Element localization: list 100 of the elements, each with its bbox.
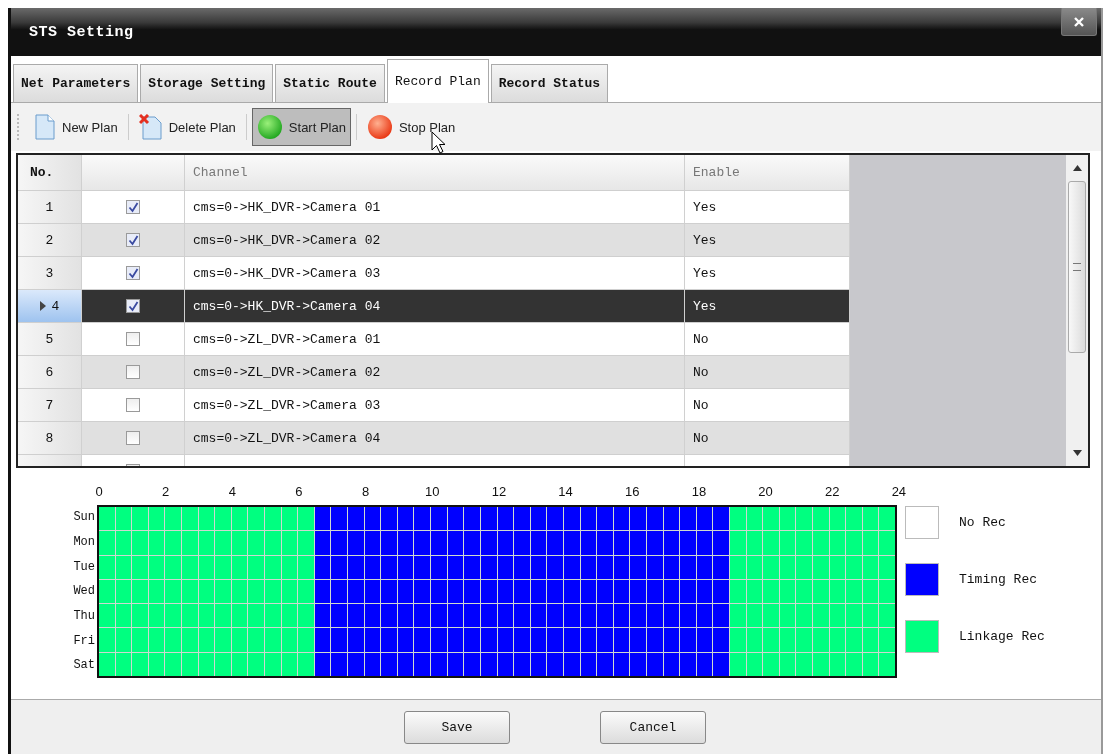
checkbox[interactable] — [126, 299, 140, 313]
schedule-cell[interactable] — [148, 652, 165, 676]
schedule-cell[interactable] — [696, 604, 713, 628]
schedule-cell[interactable] — [746, 628, 763, 652]
schedule-cell[interactable] — [414, 555, 431, 579]
schedule-cell[interactable] — [298, 555, 314, 579]
schedule-cell[interactable] — [796, 531, 812, 555]
schedule-cell[interactable] — [663, 531, 680, 555]
schedule-cell[interactable] — [464, 555, 480, 579]
schedule-cell[interactable] — [613, 652, 630, 676]
schedule-cell[interactable] — [464, 507, 480, 531]
schedule-cell[interactable] — [99, 628, 115, 652]
schedule-cell[interactable] — [597, 652, 613, 676]
schedule-cell[interactable] — [713, 531, 729, 555]
schedule-cell[interactable] — [580, 579, 597, 604]
schedule-cell[interactable] — [763, 628, 779, 652]
schedule-cell[interactable] — [846, 604, 862, 628]
tab[interactable]: Record Plan — [386, 59, 489, 103]
schedule-cell[interactable] — [763, 507, 779, 531]
schedule-cell[interactable] — [314, 604, 331, 628]
schedule-cell[interactable] — [414, 628, 431, 652]
schedule-cell[interactable] — [348, 628, 364, 652]
schedule-cell[interactable] — [198, 652, 215, 676]
schedule-cell[interactable] — [215, 507, 231, 531]
schedule-cell[interactable] — [663, 555, 680, 579]
schedule-cell[interactable] — [779, 555, 796, 579]
schedule-cell[interactable] — [746, 531, 763, 555]
schedule-cell[interactable] — [879, 531, 895, 555]
schedule-cell[interactable] — [165, 652, 181, 676]
schedule-cell[interactable] — [646, 579, 663, 604]
schedule-cell[interactable] — [497, 555, 514, 579]
schedule-cell[interactable] — [530, 652, 547, 676]
schedule-cell[interactable] — [99, 579, 115, 604]
schedule-cell[interactable] — [597, 507, 613, 531]
schedule-cell[interactable] — [646, 604, 663, 628]
schedule-cell[interactable] — [862, 579, 879, 604]
schedule-cell[interactable] — [597, 628, 613, 652]
schedule-cell[interactable] — [115, 531, 132, 555]
schedule-cell[interactable] — [381, 531, 397, 555]
schedule-cell[interactable] — [862, 531, 879, 555]
schedule-cell[interactable] — [779, 604, 796, 628]
schedule-cell[interactable] — [265, 579, 281, 604]
schedule-cell[interactable] — [431, 531, 447, 555]
schedule-cell[interactable] — [480, 507, 497, 531]
schedule-cell[interactable] — [348, 579, 364, 604]
schedule-cell[interactable] — [198, 579, 215, 604]
schedule-cell[interactable] — [597, 555, 613, 579]
schedule-cell[interactable] — [812, 555, 829, 579]
schedule-cell[interactable] — [248, 579, 265, 604]
schedule-cell[interactable] — [182, 555, 198, 579]
schedule-cell[interactable] — [281, 652, 298, 676]
schedule-cell[interactable] — [397, 579, 414, 604]
schedule-cell[interactable] — [563, 579, 580, 604]
schedule-cell[interactable] — [763, 531, 779, 555]
schedule-cell[interactable] — [182, 507, 198, 531]
schedule-cell[interactable] — [331, 507, 348, 531]
schedule-cell[interactable] — [381, 604, 397, 628]
schedule-cell[interactable] — [862, 604, 879, 628]
schedule-cell[interactable] — [265, 555, 281, 579]
tab[interactable]: Net Parameters — [13, 64, 139, 102]
schedule-cell[interactable] — [397, 555, 414, 579]
schedule-cell[interactable] — [447, 531, 464, 555]
schedule-cell[interactable] — [812, 507, 829, 531]
schedule-cell[interactable] — [530, 555, 547, 579]
schedule-cell[interactable] — [846, 652, 862, 676]
scroll-thumb[interactable] — [1068, 181, 1086, 353]
schedule-cell[interactable] — [314, 628, 331, 652]
schedule-cell[interactable] — [115, 507, 132, 531]
schedule-cell[interactable] — [779, 531, 796, 555]
schedule-cell[interactable] — [314, 652, 331, 676]
table-row[interactable]: 5 cms=0->ZL_DVR->Camera 01 No — [18, 323, 850, 356]
schedule-cell[interactable] — [630, 507, 646, 531]
schedule-cell[interactable] — [331, 579, 348, 604]
schedule-cell[interactable] — [265, 531, 281, 555]
schedule-cell[interactable] — [364, 628, 381, 652]
schedule-cell[interactable] — [547, 507, 563, 531]
schedule-cell[interactable] — [132, 652, 148, 676]
schedule-cell[interactable] — [298, 604, 314, 628]
schedule-cell[interactable] — [231, 604, 248, 628]
schedule-cell[interactable] — [514, 579, 530, 604]
schedule-cell[interactable] — [779, 579, 796, 604]
table-row[interactable]: 7 cms=0->ZL_DVR->Camera 03 No — [18, 389, 850, 422]
schedule-cell[interactable] — [547, 531, 563, 555]
schedule-cell[interactable] — [480, 555, 497, 579]
schedule-cell[interactable] — [215, 579, 231, 604]
schedule-cell[interactable] — [148, 604, 165, 628]
schedule-cell[interactable] — [530, 579, 547, 604]
schedule-cell[interactable] — [132, 604, 148, 628]
schedule-cell[interactable] — [298, 579, 314, 604]
schedule-cell[interactable] — [514, 531, 530, 555]
checkbox[interactable] — [126, 398, 140, 412]
schedule-cell[interactable] — [796, 628, 812, 652]
schedule-cell[interactable] — [248, 652, 265, 676]
schedule-cell[interactable] — [165, 628, 181, 652]
schedule-cell[interactable] — [497, 507, 514, 531]
schedule-cell[interactable] — [414, 531, 431, 555]
schedule-cell[interactable] — [796, 652, 812, 676]
schedule-cell[interactable] — [431, 579, 447, 604]
schedule-cell[interactable] — [713, 555, 729, 579]
schedule-cell[interactable] — [464, 579, 480, 604]
